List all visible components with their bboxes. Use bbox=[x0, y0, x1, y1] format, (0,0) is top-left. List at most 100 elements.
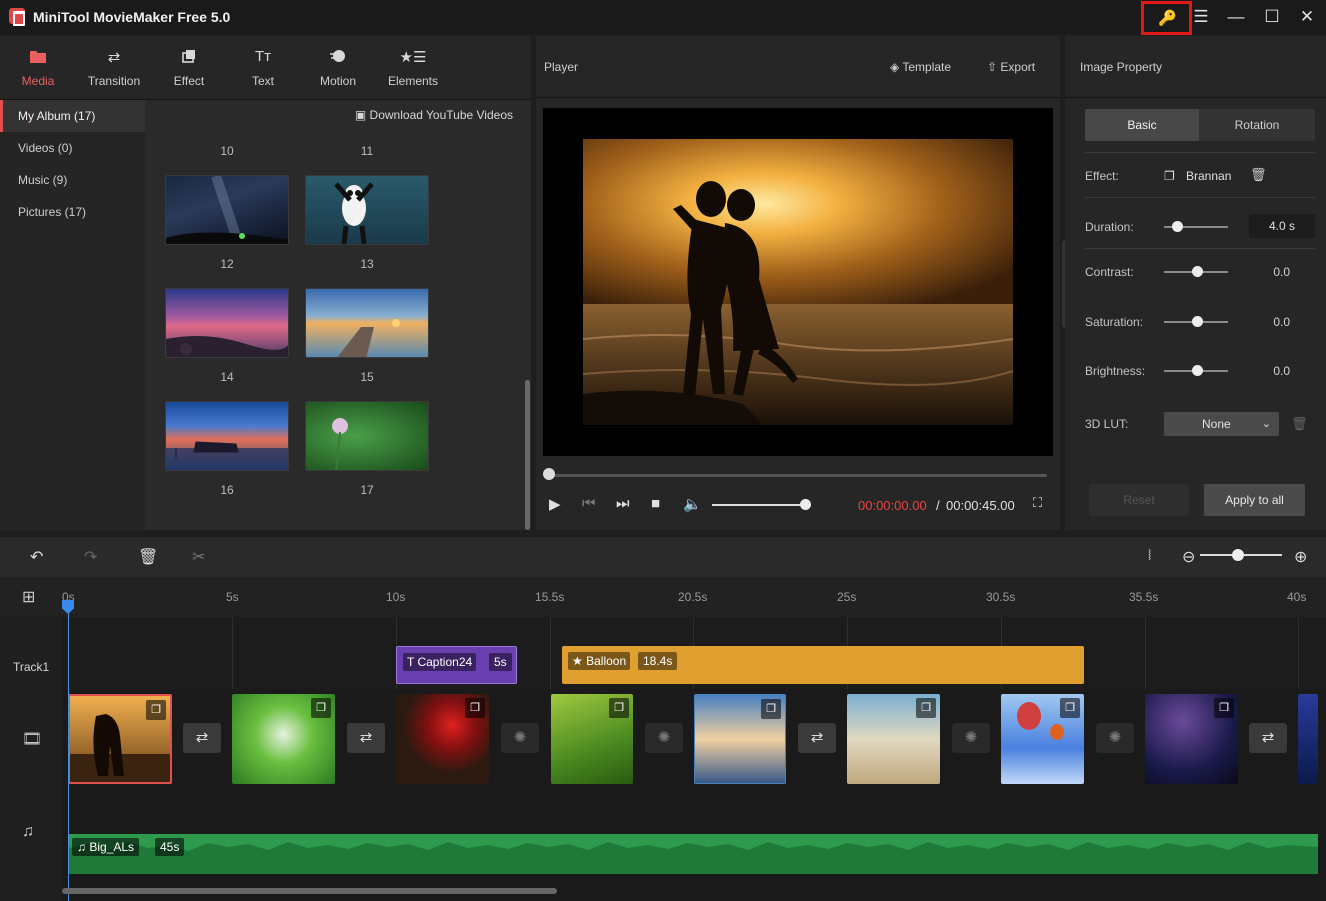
undo-button[interactable]: ↶ bbox=[30, 547, 43, 567]
split-button[interactable]: ✂ bbox=[192, 547, 205, 567]
fullscreen-button[interactable]: ⛶ bbox=[1033, 495, 1042, 511]
transition-slot[interactable]: ⇄ bbox=[798, 723, 836, 753]
trash-icon: 🗑 bbox=[138, 549, 159, 566]
app-logo-icon bbox=[9, 8, 25, 26]
volume-slider[interactable] bbox=[712, 504, 806, 506]
tab-text[interactable]: Tт Text bbox=[225, 36, 301, 100]
brightness-handle[interactable] bbox=[1192, 365, 1203, 376]
apply-to-all-button[interactable]: Apply to all bbox=[1204, 484, 1305, 516]
template-label: Template bbox=[902, 60, 952, 74]
audio-clip[interactable]: ♫ Big_ALs 45s bbox=[68, 834, 1318, 874]
contrast-handle[interactable] bbox=[1192, 266, 1203, 277]
text-icon: T bbox=[407, 655, 418, 669]
media-thumbnail[interactable] bbox=[165, 401, 289, 471]
tab-motion[interactable]: Motion bbox=[300, 36, 376, 100]
transition-slot[interactable]: ✺ bbox=[952, 723, 990, 753]
transition-slot[interactable]: ✺ bbox=[501, 723, 539, 753]
divider bbox=[1085, 248, 1315, 249]
transition-slot[interactable]: ✺ bbox=[645, 723, 683, 753]
media-thumbnail[interactable] bbox=[165, 288, 289, 358]
video-clip[interactable] bbox=[1298, 694, 1318, 784]
video-clip[interactable]: ❐ bbox=[232, 694, 335, 784]
tab-basic[interactable]: Basic bbox=[1085, 109, 1199, 141]
download-youtube-label: Download YouTube Videos bbox=[369, 108, 513, 122]
scissors-icon: ✂ bbox=[192, 549, 206, 566]
sidebar-item-videos[interactable]: Videos (0) bbox=[0, 132, 145, 164]
transition-slot[interactable]: ⇄ bbox=[347, 723, 385, 753]
transition-slot[interactable]: ⇄ bbox=[183, 723, 221, 753]
tab-rotation[interactable]: Rotation bbox=[1199, 109, 1315, 141]
video-clip[interactable]: ❐ bbox=[68, 694, 172, 784]
media-number: 13 bbox=[360, 257, 374, 271]
reset-button[interactable]: Reset bbox=[1089, 484, 1189, 516]
tab-transition[interactable]: ⇄ Transition bbox=[76, 36, 152, 100]
video-clip[interactable]: ❐ bbox=[396, 694, 489, 784]
download-youtube-button[interactable]: ▣ Download YouTube Videos bbox=[355, 108, 513, 122]
sidebar-item-pictures[interactable]: Pictures (17) bbox=[0, 196, 145, 228]
fit-timeline-button[interactable]: ⧘ bbox=[1148, 547, 1151, 565]
balloon-clip[interactable]: ★ Balloon 18.4s bbox=[562, 646, 1084, 684]
lut-select[interactable]: ⌄ None bbox=[1164, 412, 1279, 436]
media-thumbnail[interactable] bbox=[165, 175, 289, 245]
minimize-button[interactable]: — bbox=[1221, 5, 1251, 29]
previous-button[interactable]: ⏮ bbox=[582, 495, 596, 512]
video-clip[interactable]: ❐ bbox=[694, 694, 786, 784]
seek-bar[interactable] bbox=[549, 474, 1047, 477]
menu-button[interactable]: ☰ bbox=[1186, 5, 1216, 29]
template-button[interactable]: ◈ Template bbox=[890, 60, 951, 74]
ruler-tick: 30.5s bbox=[986, 590, 1016, 604]
media-scrollbar[interactable] bbox=[525, 380, 530, 530]
time-ruler[interactable]: ⊞ 0s 5s 10s 15.5s 20.5s 25s 30.5s 35.5s … bbox=[0, 577, 1326, 617]
video-clip[interactable]: ❐ bbox=[1001, 694, 1084, 784]
transition-slot[interactable]: ⇄ bbox=[1249, 723, 1287, 753]
balloon-clip-label: ★ Balloon bbox=[568, 652, 631, 670]
duration-input[interactable]: 4.0 s bbox=[1249, 214, 1315, 238]
stop-button[interactable]: ■ bbox=[651, 495, 660, 512]
timeline-scrollbar[interactable] bbox=[62, 888, 557, 894]
transition-icon: ⇄ bbox=[359, 729, 373, 746]
export-button[interactable]: ⇧ Export bbox=[987, 60, 1035, 74]
ruler-tick: 10s bbox=[386, 590, 406, 604]
play-button[interactable]: ▶ bbox=[549, 495, 561, 513]
caption-clip[interactable]: T Caption24 5s bbox=[396, 646, 517, 684]
activate-key-button[interactable]: 🔑 bbox=[1141, 1, 1192, 35]
maximize-button[interactable]: ☐ bbox=[1257, 5, 1287, 29]
redo-button[interactable]: ↷ bbox=[84, 547, 97, 567]
media-number: 14 bbox=[220, 370, 234, 384]
caption-name: Caption24 bbox=[417, 655, 473, 669]
tab-elements[interactable]: ★☰ Elements bbox=[375, 36, 451, 100]
zoom-out-button[interactable]: ⊖ bbox=[1182, 547, 1195, 567]
tab-media[interactable]: Media bbox=[0, 36, 76, 100]
video-track-icon: 🎞 bbox=[22, 731, 43, 748]
close-button[interactable]: ✕ bbox=[1292, 5, 1322, 29]
delete-button[interactable]: 🗑 bbox=[138, 547, 158, 567]
duration-handle[interactable] bbox=[1172, 221, 1183, 232]
media-thumbnail[interactable] bbox=[305, 288, 429, 358]
volume-button[interactable]: 🔈 bbox=[683, 495, 702, 513]
media-thumbnail[interactable] bbox=[305, 175, 429, 245]
next-button[interactable]: ⏭ bbox=[616, 495, 630, 512]
media-number: 16 bbox=[220, 483, 234, 497]
minimize-icon: — bbox=[1227, 7, 1245, 26]
saturation-handle[interactable] bbox=[1192, 316, 1203, 327]
video-clip[interactable]: ❐ bbox=[551, 694, 633, 784]
sidebar-item-my-album[interactable]: My Album (17) bbox=[0, 100, 145, 132]
video-clip[interactable]: ❐ bbox=[847, 694, 940, 784]
album-sidebar: My Album (17) Videos (0) Music (9) Pictu… bbox=[0, 100, 145, 530]
delete-effect-button[interactable]: 🗑 bbox=[1250, 167, 1267, 183]
total-time: 00:00:45.00 bbox=[946, 498, 1015, 513]
transition-slot[interactable]: ✺ bbox=[1096, 723, 1134, 753]
video-clip[interactable]: ❐ bbox=[1145, 694, 1238, 784]
media-number: 11 bbox=[360, 144, 374, 158]
delete-lut-button[interactable]: 🗑 bbox=[1291, 416, 1308, 432]
media-thumbnail[interactable] bbox=[305, 401, 429, 471]
seek-handle[interactable] bbox=[543, 468, 555, 480]
tab-effect[interactable]: Effect bbox=[151, 36, 227, 100]
tab-effect-label: Effect bbox=[173, 74, 205, 88]
zoom-in-button[interactable]: ⊕ bbox=[1294, 547, 1307, 567]
tab-motion-label: Motion bbox=[319, 74, 357, 88]
sidebar-item-music[interactable]: Music (9) bbox=[0, 164, 145, 196]
add-track-button[interactable]: ⊞ bbox=[22, 587, 35, 607]
zoom-handle[interactable] bbox=[1232, 549, 1244, 561]
volume-handle[interactable] bbox=[800, 499, 811, 510]
